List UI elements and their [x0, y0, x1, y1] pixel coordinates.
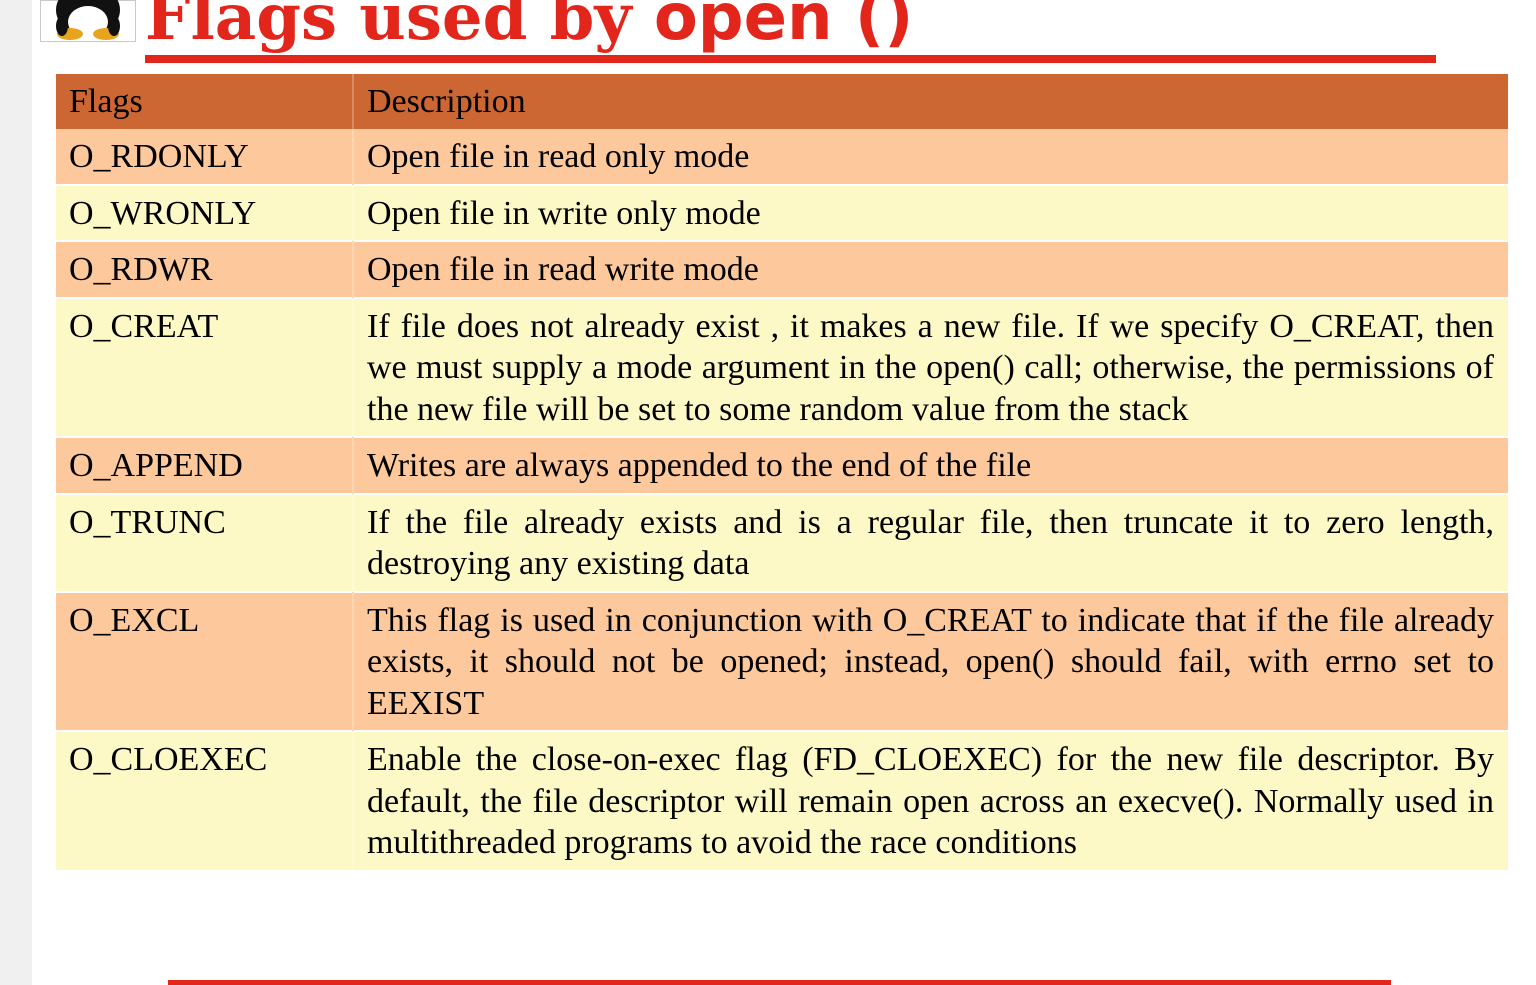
title-code-text: open ()	[653, 0, 914, 55]
description-cell: Open file in write only mode	[352, 183, 1508, 241]
flag-cell: O_CREAT	[56, 296, 353, 437]
description-cell: This flag is used in conjunction with O_…	[352, 590, 1508, 731]
table-row: O_APPEND Writes are always appended to t…	[56, 436, 1508, 494]
flag-cell: O_RDWR	[56, 240, 353, 298]
table-row: O_CLOEXEC Enable the close-on-exec flag …	[56, 730, 1508, 870]
table-row: O_RDONLY Open file in read only mode	[56, 129, 1508, 185]
table-header-row: Flags Description	[56, 74, 1508, 129]
table-row: O_CREAT If file does not already exist ,…	[56, 296, 1508, 437]
tux-penguin-icon	[40, 0, 136, 42]
bottom-rule	[168, 980, 1391, 985]
title-underline	[145, 55, 1436, 63]
description-cell: Enable the close-on-exec flag (FD_CLOEXE…	[352, 730, 1508, 870]
flag-cell: O_APPEND	[56, 436, 353, 494]
flag-cell: O_WRONLY	[56, 183, 353, 241]
description-cell: Writes are always appended to the end of…	[352, 436, 1508, 494]
table-row: O_WRONLY Open file in write only mode	[56, 183, 1508, 241]
header-flags: Flags	[56, 74, 353, 129]
header-description: Description	[352, 74, 1508, 129]
title-text: Flags used by	[145, 0, 654, 55]
flags-table: Flags Description O_RDONLY Open file in …	[56, 74, 1508, 870]
slide-title: Flags used by open ()	[145, 0, 913, 58]
flag-cell: O_CLOEXEC	[56, 730, 353, 870]
table-row: O_EXCL This flag is used in conjunction …	[56, 590, 1508, 731]
flag-cell: O_EXCL	[56, 590, 353, 731]
table-row: O_TRUNC If the file already exists and i…	[56, 492, 1508, 592]
description-cell: If file does not already exist , it make…	[352, 296, 1508, 437]
description-cell: If the file already exists and is a regu…	[352, 492, 1508, 592]
flag-cell: O_RDONLY	[56, 129, 353, 185]
description-cell: Open file in read only mode	[352, 129, 1508, 185]
table-row: O_RDWR Open file in read write mode	[56, 240, 1508, 298]
description-cell: Open file in read write mode	[352, 240, 1508, 298]
flag-cell: O_TRUNC	[56, 492, 353, 592]
